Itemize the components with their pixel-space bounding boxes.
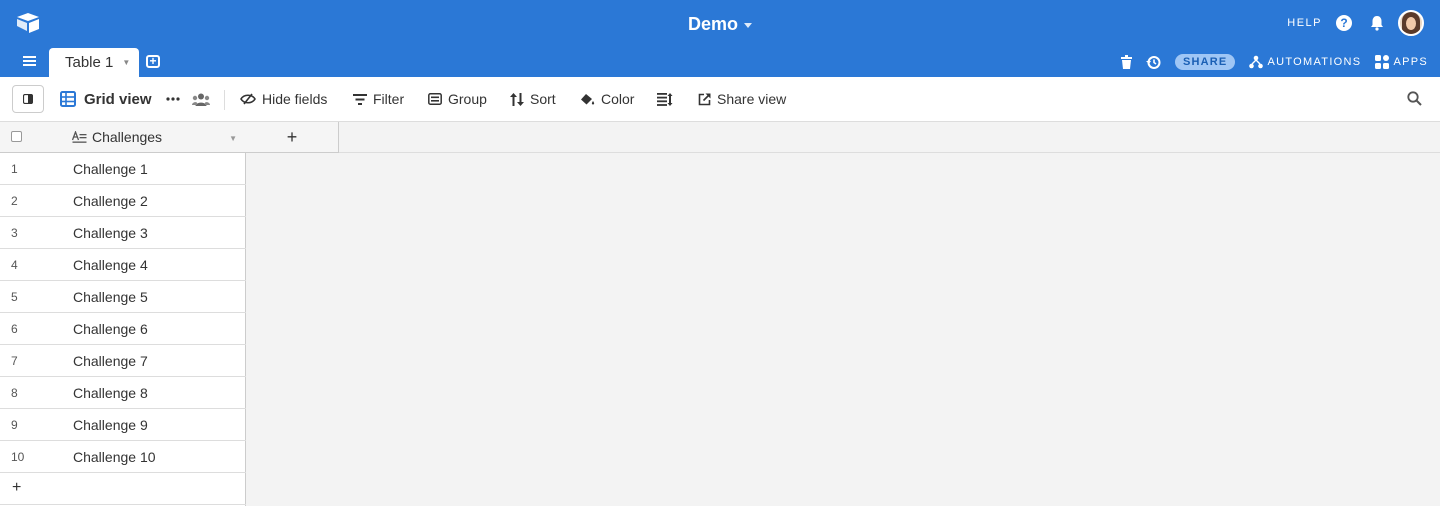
help-label[interactable]: HELP bbox=[1287, 17, 1322, 29]
color-label: Color bbox=[601, 91, 635, 107]
group-icon bbox=[428, 93, 442, 105]
filter-icon bbox=[353, 93, 367, 105]
cell-value[interactable]: Challenge 8 bbox=[73, 385, 148, 401]
external-link-icon bbox=[698, 93, 711, 105]
view-switcher[interactable]: Grid view bbox=[60, 89, 152, 109]
table-tabs-bar: Table 1 ▼ + SHARE AUTOMATIONS APPS bbox=[0, 45, 1440, 77]
hide-fields-icon bbox=[240, 93, 256, 105]
table-row[interactable]: 10 Challenge 10 bbox=[0, 441, 246, 473]
cell-value[interactable]: Challenge 7 bbox=[73, 353, 148, 369]
base-title[interactable]: Demo bbox=[0, 12, 1440, 36]
automations-button[interactable]: AUTOMATIONS bbox=[1249, 55, 1361, 69]
sort-icon bbox=[510, 92, 524, 106]
hide-fields-button[interactable]: Hide fields bbox=[240, 89, 327, 109]
apps-label: APPS bbox=[1393, 56, 1428, 68]
cell-value[interactable]: Challenge 3 bbox=[73, 225, 148, 241]
table-row[interactable]: 3 Challenge 3 bbox=[0, 217, 246, 249]
hide-fields-label: Hide fields bbox=[262, 91, 328, 107]
row-number: 9 bbox=[11, 418, 18, 432]
paint-bucket-icon bbox=[581, 93, 595, 104]
grid-view-icon bbox=[60, 91, 76, 107]
table-row[interactable]: 1 Challenge 1 bbox=[0, 153, 246, 185]
cell-value[interactable]: Challenge 2 bbox=[73, 193, 148, 209]
add-field-button[interactable]: + bbox=[246, 122, 339, 153]
sort-button[interactable]: Sort bbox=[510, 89, 556, 109]
column-header-challenges[interactable]: Challenges bbox=[72, 129, 162, 145]
base-title-text: Demo bbox=[687, 14, 738, 34]
row-number: 1 bbox=[11, 162, 18, 176]
view-more-options-icon[interactable] bbox=[166, 89, 180, 109]
filter-label: Filter bbox=[373, 91, 405, 107]
question-circle-icon[interactable]: ? bbox=[1336, 15, 1352, 31]
row-height-icon bbox=[657, 92, 673, 106]
long-text-field-icon bbox=[72, 131, 87, 143]
column-header-label: Challenges bbox=[92, 129, 163, 145]
search-icon[interactable] bbox=[1407, 91, 1422, 106]
chevron-down-icon[interactable]: ▼ bbox=[122, 58, 130, 67]
collaborators-icon[interactable] bbox=[192, 89, 210, 109]
table-row[interactable]: 9 Challenge 9 bbox=[0, 409, 246, 441]
cell-value[interactable]: Challenge 5 bbox=[73, 289, 148, 305]
cell-value[interactable]: Challenge 10 bbox=[73, 449, 156, 465]
add-table-button[interactable]: + bbox=[146, 55, 160, 68]
apps-icon bbox=[1375, 55, 1390, 69]
toolbar-divider bbox=[224, 90, 225, 110]
app-header: Demo HELP ? Table 1 ▼ + SHARE AUTOMATION… bbox=[0, 0, 1440, 77]
add-record-button[interactable]: + bbox=[0, 473, 246, 505]
color-button[interactable]: Color bbox=[580, 89, 634, 109]
table-row[interactable]: 6 Challenge 6 bbox=[0, 313, 246, 345]
cell-value[interactable]: Challenge 4 bbox=[73, 257, 148, 273]
grid-header-empty bbox=[339, 122, 1440, 153]
row-number: 8 bbox=[11, 386, 18, 400]
chevron-down-icon[interactable]: ▼ bbox=[229, 134, 237, 143]
row-number: 4 bbox=[11, 258, 18, 272]
row-number: 2 bbox=[11, 194, 18, 208]
row-number: 7 bbox=[11, 354, 18, 368]
select-all-checkbox[interactable] bbox=[11, 131, 22, 142]
hamburger-menu-icon[interactable] bbox=[23, 56, 36, 66]
share-view-button[interactable]: Share view bbox=[698, 89, 786, 109]
add-record-label: + bbox=[12, 479, 22, 496]
trash-icon[interactable] bbox=[1120, 55, 1132, 69]
share-view-label: Share view bbox=[717, 91, 787, 107]
table-row[interactable]: 8 Challenge 8 bbox=[0, 377, 246, 409]
table-row[interactable]: 5 Challenge 5 bbox=[0, 281, 246, 313]
table-row[interactable]: 2 Challenge 2 bbox=[0, 185, 246, 217]
sidebar-toggle-button[interactable] bbox=[12, 85, 44, 113]
sidebar-icon bbox=[23, 94, 33, 104]
chevron-down-icon bbox=[744, 22, 752, 28]
automations-icon bbox=[1249, 55, 1264, 69]
bell-icon[interactable] bbox=[1370, 15, 1384, 31]
row-number: 3 bbox=[11, 226, 18, 240]
table-row[interactable]: 7 Challenge 7 bbox=[0, 345, 246, 377]
row-number: 5 bbox=[11, 290, 18, 304]
group-button[interactable]: Group bbox=[428, 89, 487, 109]
table-row[interactable]: 4 Challenge 4 bbox=[0, 249, 246, 281]
apps-button[interactable]: APPS bbox=[1375, 55, 1428, 69]
share-button[interactable]: SHARE bbox=[1174, 54, 1236, 70]
avatar[interactable] bbox=[1398, 10, 1424, 36]
tab-label: Table 1 bbox=[65, 54, 114, 71]
history-icon[interactable] bbox=[1145, 55, 1161, 70]
cell-value[interactable]: Challenge 9 bbox=[73, 417, 148, 433]
view-name: Grid view bbox=[84, 90, 152, 108]
cell-value[interactable]: Challenge 1 bbox=[73, 161, 148, 177]
sort-label: Sort bbox=[530, 91, 556, 107]
automations-label: AUTOMATIONS bbox=[1267, 56, 1362, 68]
view-toolbar: Grid view Hide fields Filter Group Sort … bbox=[0, 77, 1440, 122]
row-number: 10 bbox=[11, 450, 25, 464]
group-label: Group bbox=[448, 91, 487, 107]
cell-value[interactable]: Challenge 6 bbox=[73, 321, 148, 337]
row-height-button[interactable] bbox=[657, 89, 673, 109]
row-number: 6 bbox=[11, 322, 18, 336]
tab-table-1[interactable]: Table 1 ▼ bbox=[49, 48, 139, 77]
grid-table: Challenges ▼ 1 Challenge 1 2 Challenge 2 3 Ch… bbox=[0, 122, 246, 506]
filter-button[interactable]: Filter bbox=[353, 89, 404, 109]
grid-header-row: Challenges ▼ bbox=[0, 122, 246, 153]
